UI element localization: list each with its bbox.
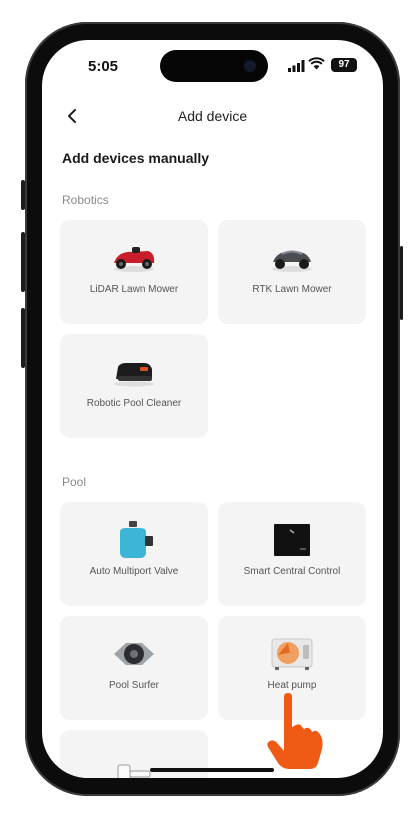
device-card-multiport-valve[interactable]: Auto Multiport Valve bbox=[60, 502, 208, 606]
pool-cleaner-icon bbox=[60, 352, 208, 392]
camera-icon bbox=[244, 60, 256, 72]
nav-bar: Add device bbox=[42, 102, 383, 132]
device-card-central-control[interactable]: Smart Central Control bbox=[218, 502, 366, 606]
device-label: LiDAR Lawn Mower bbox=[89, 284, 179, 295]
partial-device-icon bbox=[60, 752, 208, 778]
battery-icon: 97 bbox=[331, 58, 357, 72]
device-label: Auto Multiport Valve bbox=[89, 566, 179, 577]
device-label: Heat pump bbox=[267, 680, 317, 691]
page-title: Add device bbox=[177, 108, 248, 124]
volume-down-button bbox=[21, 308, 25, 368]
central-control-icon bbox=[218, 520, 366, 560]
volume-up-button bbox=[21, 232, 25, 292]
screenshot-canvas: 5:05 97 Add device Add devices manually … bbox=[0, 0, 409, 814]
pool-surfer-icon bbox=[60, 634, 208, 674]
dynamic-island bbox=[160, 50, 268, 82]
home-indicator[interactable] bbox=[150, 768, 274, 772]
category-robotics-label: Robotics bbox=[62, 193, 109, 207]
status-time: 5:05 bbox=[88, 58, 119, 75]
device-card-pool-surfer[interactable]: Pool Surfer bbox=[60, 616, 208, 720]
multiport-valve-icon bbox=[60, 520, 208, 560]
status-icons: 97 bbox=[267, 57, 357, 73]
lidar-mower-icon bbox=[60, 238, 208, 278]
signal-icon bbox=[288, 59, 305, 77]
pointing-hand-icon bbox=[262, 693, 328, 778]
power-button bbox=[400, 246, 403, 320]
category-pool-label: Pool bbox=[62, 475, 87, 489]
heat-pump-icon bbox=[218, 634, 366, 674]
device-card-pool-cleaner[interactable]: Robotic Pool Cleaner bbox=[60, 334, 208, 438]
device-card-lidar-mower[interactable]: LiDAR Lawn Mower bbox=[60, 220, 208, 324]
device-label: Pool Surfer bbox=[108, 680, 160, 691]
rtk-mower-icon bbox=[218, 238, 366, 278]
device-label: Robotic Pool Cleaner bbox=[86, 398, 182, 409]
device-label: Smart Central Control bbox=[243, 566, 341, 577]
section-title: Add devices manually bbox=[62, 150, 210, 166]
action-button bbox=[21, 180, 25, 210]
device-label: RTK Lawn Mower bbox=[252, 284, 332, 295]
phone-screen: 5:05 97 Add device Add devices manually … bbox=[42, 40, 383, 778]
wifi-icon bbox=[308, 57, 325, 75]
device-card-rtk-mower[interactable]: RTK Lawn Mower bbox=[218, 220, 366, 324]
